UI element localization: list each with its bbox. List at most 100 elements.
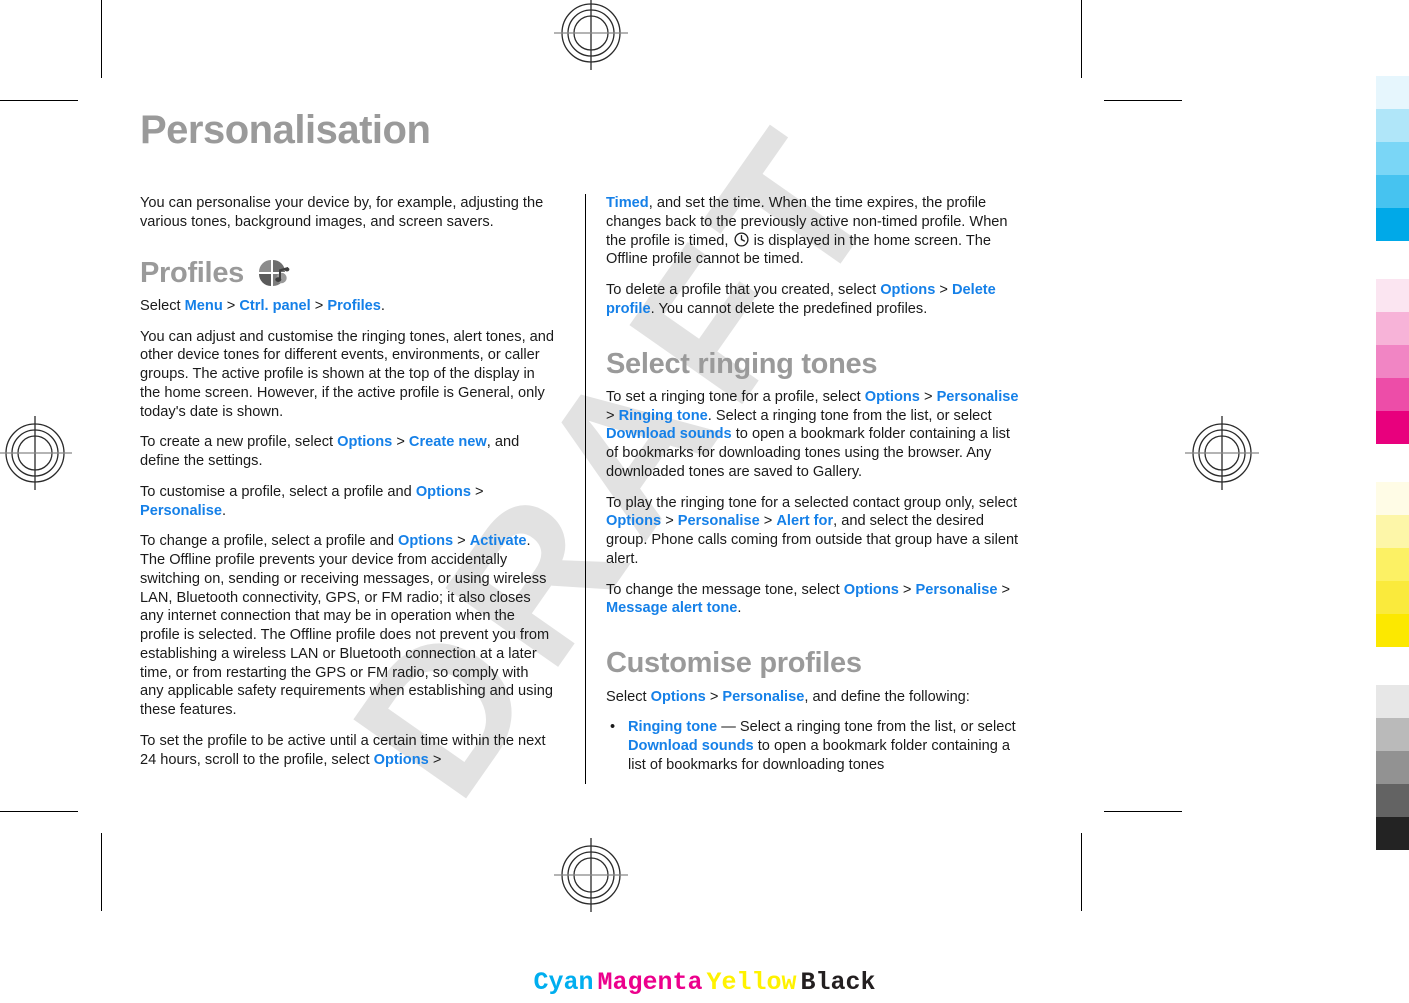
set-tone-mid: . Select a ringing tone from the list, o…	[707, 407, 992, 424]
ui-download-sounds[interactable]: Download sounds	[606, 426, 732, 442]
paragraph-delete-profile: To delete a profile that you created, se…	[606, 281, 1020, 319]
path-sep: >	[997, 581, 1011, 598]
ui-personalise[interactable]: Personalise	[937, 389, 1019, 405]
page-title: Personalisation	[140, 108, 431, 152]
select-lead: Select	[140, 297, 185, 314]
crop-mark-bottom-left-horizontal	[0, 811, 78, 812]
ui-ringing-tone[interactable]: Ringing tone	[619, 408, 708, 424]
path-sep: >	[661, 513, 678, 530]
ui-ctrl-panel[interactable]: Ctrl. panel	[239, 298, 310, 314]
registration-mark-left	[0, 416, 72, 490]
ui-message-alert-tone[interactable]: Message alert tone	[606, 600, 737, 616]
ui-options[interactable]: Options	[865, 389, 920, 405]
ui-personalise[interactable]: Personalise	[678, 513, 760, 529]
cmyk-registration-footer: Cyan Magenta Yellow Black	[0, 968, 1409, 997]
intro-paragraph: You can personalise your device by, for …	[140, 195, 544, 230]
heading-customise-profiles: Customise profiles	[606, 647, 862, 680]
cmyk-label-cyan: Cyan	[533, 968, 594, 997]
customise-options-list: • Ringing tone — Select a ringing tone fr…	[606, 718, 1020, 774]
paragraph-define-following: Select Options > Personalise, and define…	[606, 688, 1020, 707]
ui-personalise[interactable]: Personalise	[722, 689, 804, 705]
registration-mark-top	[554, 0, 628, 70]
create-lead: To create a new profile, select	[140, 434, 338, 451]
swatch-black-2	[1376, 718, 1409, 751]
ui-options[interactable]: Options	[606, 513, 661, 529]
heading-profiles-label: Profiles	[140, 256, 244, 289]
crop-mark-top-right-horizontal	[1104, 100, 1182, 101]
path-sep: >	[392, 434, 409, 451]
ui-download-sounds[interactable]: Download sounds	[628, 738, 754, 754]
change-lead: To change a profile, select a profile an…	[140, 533, 398, 550]
ui-options[interactable]: Options	[651, 689, 706, 705]
ui-options[interactable]: Options	[844, 582, 899, 598]
registration-mark-bottom	[554, 838, 628, 912]
path-sep: >	[705, 688, 723, 705]
path-sep: >	[919, 388, 937, 405]
swatch-magenta-2	[1376, 312, 1409, 345]
select-profiles-path: Select Menu > Ctrl. panel > Profiles.	[140, 297, 556, 316]
heading-select-ringing-tones: Select ringing tones	[606, 347, 878, 380]
swatch-magenta-5	[1376, 411, 1409, 444]
path-sep: >	[453, 533, 470, 550]
swatch-cyan-1	[1376, 76, 1409, 109]
ui-options[interactable]: Options	[337, 434, 392, 450]
swatch-group-yellow	[1376, 482, 1409, 647]
ui-options[interactable]: Options	[398, 533, 453, 549]
ui-personalise[interactable]: Personalise	[916, 582, 998, 598]
define-lead: Select	[606, 688, 651, 705]
change-tail: . The Offline profile prevents your devi…	[140, 533, 553, 719]
swatch-yellow-5	[1376, 614, 1409, 647]
paragraph-message-tone: To change the message tone, select Optio…	[606, 581, 1020, 619]
colour-calibration-bar	[1376, 76, 1409, 888]
customise-lead: To customise a profile, select a profile…	[140, 483, 416, 500]
ui-alert-for[interactable]: Alert for	[776, 513, 833, 529]
paragraph-customise-profile: To customise a profile, select a profile…	[140, 483, 556, 521]
path-sep: >	[428, 751, 442, 768]
swatch-yellow-4	[1376, 581, 1409, 614]
swatch-yellow-1	[1376, 482, 1409, 515]
list-item: • Ringing tone — Select a ringing tone fr…	[606, 718, 1020, 774]
swatch-yellow-2	[1376, 515, 1409, 548]
ui-timed[interactable]: Timed	[606, 195, 649, 211]
delete-tail: . You cannot delete the predefined profi…	[650, 300, 928, 317]
play-tone-lead: To play the ringing tone for a selected …	[606, 494, 1018, 511]
ui-create-new[interactable]: Create new	[409, 434, 487, 450]
crop-mark-top-left-vertical	[101, 0, 102, 78]
path-sep: >	[935, 282, 952, 298]
path-sep: >	[222, 297, 240, 314]
msg-tone-tail: .	[737, 600, 742, 617]
column-divider	[585, 194, 586, 784]
paragraph-play-tone-group: To play the ringing tone for a selected …	[606, 494, 1020, 569]
swatch-magenta-3	[1376, 345, 1409, 378]
ui-activate[interactable]: Activate	[470, 533, 527, 549]
ui-options[interactable]: Options	[374, 752, 429, 768]
delete-lead: To delete a profile that you created, se…	[606, 282, 881, 298]
swatch-black-5	[1376, 817, 1409, 850]
crop-mark-bottom-left-vertical	[101, 833, 102, 911]
ui-options[interactable]: Options	[416, 484, 471, 500]
swatch-magenta-4	[1376, 378, 1409, 411]
swatch-group-black	[1376, 685, 1409, 850]
crop-mark-bottom-right-horizontal	[1104, 811, 1182, 812]
clock-icon	[733, 231, 749, 247]
ui-personalise[interactable]: Personalise	[140, 503, 222, 519]
paragraph-set-ringing-tone: To set a ringing tone for a profile, sel…	[606, 388, 1020, 482]
set-tone-lead: To set a ringing tone for a profile, sel…	[606, 388, 865, 405]
path-sep: >	[606, 407, 619, 424]
ui-options[interactable]: Options	[880, 282, 935, 298]
bullet-mid-1: — Select a ringing tone from the list, o…	[717, 719, 1016, 736]
right-column: Timed, and set the time. When the time e…	[580, 194, 1020, 785]
page-content: Personalisation You can personalise your…	[140, 110, 1050, 790]
swatch-black-4	[1376, 784, 1409, 817]
cmyk-label-magenta: Magenta	[597, 968, 703, 997]
select-tail: .	[380, 297, 385, 314]
swatch-group-cyan	[1376, 76, 1409, 241]
two-column-layout: You can personalise your device by, for …	[140, 194, 1050, 785]
paragraph-timed-profile-continued: Timed, and set the time. When the time e…	[606, 194, 1020, 269]
ui-ringing-tone[interactable]: Ringing tone	[628, 719, 717, 735]
path-sep: >	[470, 483, 484, 500]
swatch-magenta-1	[1376, 279, 1409, 312]
crop-mark-top-right-vertical	[1081, 0, 1082, 78]
ui-menu[interactable]: Menu	[185, 298, 223, 314]
ui-profiles[interactable]: Profiles	[327, 298, 381, 314]
